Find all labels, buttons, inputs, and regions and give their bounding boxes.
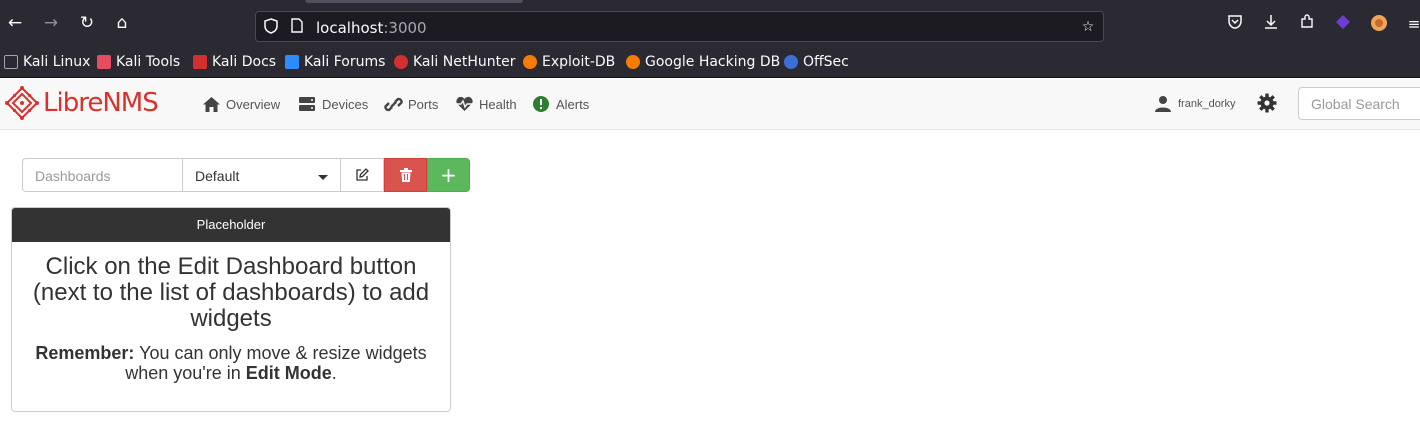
plus-icon: + xyxy=(440,163,457,187)
google-hacking-db-icon xyxy=(626,55,640,69)
page-icon[interactable] xyxy=(288,18,306,36)
user-menu[interactable]: frank_dorky xyxy=(1155,95,1235,112)
widget-note: Remember: You can only move & resize wid… xyxy=(35,343,427,383)
server-icon xyxy=(297,95,317,113)
bookmark-star-icon[interactable]: ☆ xyxy=(1079,18,1097,36)
nav-overview[interactable]: Overview xyxy=(201,94,280,114)
nav-alerts[interactable]: Alerts xyxy=(531,94,589,114)
extension-orange-icon[interactable] xyxy=(1369,14,1389,34)
dashboard-controls: Dashboards Default + xyxy=(22,158,470,192)
home-icon xyxy=(201,95,221,113)
edit-icon xyxy=(356,168,369,181)
back-icon[interactable]: ← xyxy=(5,13,25,33)
bookmark-kali-tools[interactable]: Kali Tools xyxy=(97,53,180,71)
kali-tools-icon xyxy=(97,55,111,69)
bookmark-kali-forums[interactable]: Kali Forums xyxy=(285,53,385,71)
bookmarks-bar: Kali Linux Kali Tools Kali Docs Kali For… xyxy=(0,46,1420,78)
nav-health[interactable]: Health xyxy=(454,94,517,114)
reload-icon[interactable]: ↻ xyxy=(77,13,97,33)
forward-icon[interactable]: → xyxy=(41,13,61,33)
gear-icon[interactable] xyxy=(1257,93,1277,113)
edit-dashboard-button[interactable] xyxy=(341,158,384,192)
widget-body: Click on the Edit Dashboard button (next… xyxy=(12,242,450,395)
offsec-icon xyxy=(784,55,798,69)
heartbeat-icon xyxy=(454,95,474,113)
user-icon xyxy=(1155,95,1171,112)
trash-icon xyxy=(399,168,412,182)
bookmark-google-hacking-db[interactable]: Google Hacking DB xyxy=(626,53,780,71)
link-icon xyxy=(383,95,403,113)
url-bar[interactable]: localhost:3000 ☆ xyxy=(255,11,1104,42)
url-text[interactable]: localhost:3000 xyxy=(316,19,427,37)
browser-toolbar: ← → ↻ ⌂ localhost:3000 ☆ ≡ xyxy=(0,0,1420,46)
nav-ports[interactable]: Ports xyxy=(383,94,438,114)
librenms-navbar: LibreNMS Overview Devices Ports Health A… xyxy=(0,79,1420,130)
bookmark-exploit-db[interactable]: Exploit-DB xyxy=(523,53,615,71)
bookmark-kali-linux[interactable]: Kali Linux xyxy=(4,53,90,71)
home-browser-icon[interactable]: ⌂ xyxy=(112,13,132,33)
tab-indicator xyxy=(305,0,523,3)
librenms-logo[interactable]: LibreNMS xyxy=(5,86,159,120)
extensions-icon[interactable] xyxy=(1297,14,1317,34)
caret-down-icon xyxy=(318,175,328,180)
librenms-logo-text: LibreNMS xyxy=(43,88,159,118)
dashboard-select[interactable]: Default xyxy=(182,158,341,192)
extension-purple-icon[interactable] xyxy=(1333,14,1353,34)
kali-linux-icon xyxy=(4,55,18,69)
download-icon[interactable] xyxy=(1261,14,1281,34)
exploit-db-icon xyxy=(523,55,537,69)
widget-header[interactable]: Placeholder xyxy=(12,208,450,242)
bookmark-kali-docs[interactable]: Kali Docs xyxy=(193,53,276,71)
nav-devices[interactable]: Devices xyxy=(297,94,368,114)
shield-icon[interactable] xyxy=(262,18,280,36)
menu-icon[interactable]: ≡ xyxy=(1404,14,1420,34)
add-dashboard-button[interactable]: + xyxy=(427,158,470,192)
widget-message: Click on the Edit Dashboard button (next… xyxy=(32,253,430,332)
delete-dashboard-button[interactable] xyxy=(384,158,427,192)
username: frank_dorky xyxy=(1178,97,1236,110)
placeholder-widget: Placeholder Click on the Edit Dashboard … xyxy=(11,207,451,412)
pocket-icon[interactable] xyxy=(1225,14,1245,34)
kali-docs-icon xyxy=(193,55,207,69)
librenms-logo-icon xyxy=(5,86,39,120)
kali-forums-icon xyxy=(285,55,299,69)
exclamation-circle-icon xyxy=(531,95,551,113)
bookmark-kali-nethunter[interactable]: Kali NetHunter xyxy=(394,53,515,71)
global-search-input[interactable] xyxy=(1298,87,1420,120)
dashboards-label: Dashboards xyxy=(22,158,182,192)
dashboard-select-value: Default xyxy=(195,168,240,184)
kali-nethunter-icon xyxy=(394,55,408,69)
bookmark-offsec[interactable]: OffSec xyxy=(784,53,849,71)
